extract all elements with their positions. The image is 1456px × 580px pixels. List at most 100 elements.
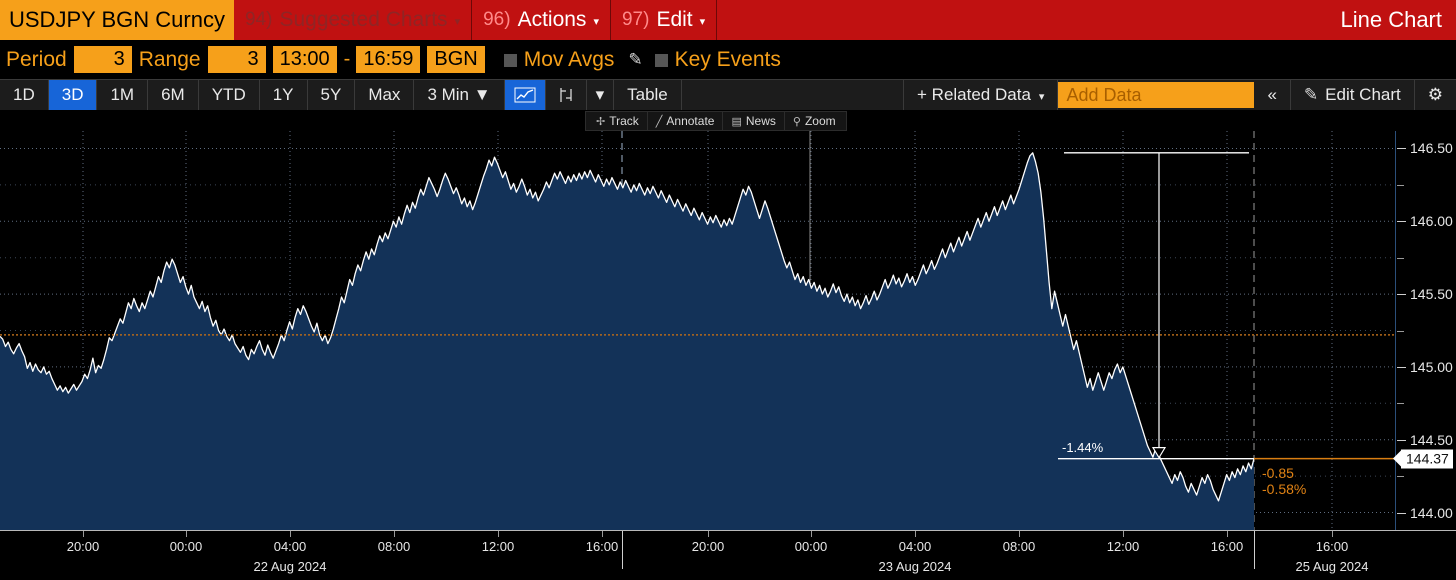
x-axis-tick-mark [1019,531,1020,537]
change-percent-label: -0.58% [1262,480,1307,497]
tab-range-ytd[interactable]: YTD [198,80,260,110]
x-axis-tick-9: 08:00 [1002,539,1036,554]
news-label: News [745,114,776,128]
news-icon: ▤ [731,115,742,128]
x-axis-tick-mark [1227,531,1228,537]
line-chart-icon[interactable] [504,80,546,110]
chart-type-title: Line Chart [1340,7,1442,32]
y-axis-minor-tick [1397,184,1404,186]
start-time-input[interactable]: 13:00 [272,46,337,73]
y-axis: 146.50 146.00 145.50 145.00 144.50 144.00 144.… [1395,131,1456,530]
header-bar: USDJPY BGN Curncy 94) Suggested Charts ▾… [0,0,1456,40]
chart-type-more-dropdown[interactable]: ▾ [586,80,615,110]
y-axis-tick-5: 144.00 [1397,504,1453,521]
end-time-input[interactable]: 16:59 [356,46,421,73]
tab-range-6m[interactable]: 6M [148,80,199,110]
edit-chart-label: Edit Chart [1325,85,1401,104]
annotate-tool[interactable]: ╱ Annotate [648,112,724,130]
key-events-label: Key Events [674,47,781,71]
header-right-region: Line Chart [717,0,1456,40]
x-axis-date-8: 23 Aug 2024 [878,559,952,574]
x-axis-tick-mark [1123,531,1124,537]
x-axis-tick-mark [186,531,187,537]
x-axis-date-2: 22 Aug 2024 [253,559,327,574]
collapse-panel-button[interactable]: « [1254,80,1291,110]
tab-range-max[interactable]: Max [355,80,415,110]
x-axis-tick-mark [811,531,812,537]
header-item-number: 96) [483,9,511,30]
x-axis-tick-11: 16:00 [1210,539,1244,554]
gear-icon[interactable]: ⚙ [1414,80,1456,110]
x-axis-tick-12: 16:00 [1315,539,1349,554]
period-label: Period [6,47,67,71]
bar-chart-icon[interactable] [545,80,587,110]
x-axis-day-separator [1254,531,1255,569]
bar-chart-glyph [559,88,572,102]
header-item-number: 97) [621,9,650,30]
x-axis-tick-mark [498,531,499,537]
range-input[interactable]: 3 [207,46,266,73]
chart-plot-area[interactable]: -1.44% -0.85 -0.58% [0,131,1395,530]
drop-annotation-label: -1.44% [1062,439,1104,455]
chevron-down-icon: ▾ [593,15,599,28]
header-item-actions[interactable]: 96) Actions ▾ [472,0,611,40]
tab-range-1m[interactable]: 1M [97,80,149,110]
zoom-label: Zoom [804,114,836,128]
related-data-label: + Related Data [917,85,1031,104]
header-item-label: Edit [656,8,693,31]
header-item-number: 94) [244,9,273,30]
pencil-icon: ✎ [1303,85,1319,104]
interval-dropdown[interactable]: 3 Min ▼ [414,80,505,110]
price-chart-svg [0,131,1395,530]
key-events-checkbox[interactable] [654,54,668,67]
chevron-down-icon: ▾ [699,15,706,28]
x-axis-date-12: 25 Aug 2024 [1295,559,1369,574]
range-label: Range [138,47,201,71]
y-axis-tick-2: 145.50 [1397,286,1453,303]
x-axis-day-separator [622,531,623,569]
change-absolute-label: -0.85 [1262,464,1294,481]
y-axis-minor-tick [1397,403,1404,405]
y-axis-tick-4: 144.50 [1397,431,1453,448]
time-separator: - [343,48,351,70]
tab-range-5y[interactable]: 5Y [307,80,356,110]
x-axis-tick-mark [290,531,291,537]
table-button[interactable]: Table [614,80,682,110]
x-axis-tick-2: 04:00 [273,539,307,554]
x-axis-tick-1: 00:00 [169,539,203,554]
mov-avgs-label: Mov Avgs [523,47,615,71]
ticker-field[interactable]: USDJPY BGN Curncy [0,0,234,40]
chart-toolbar: 1D 3D 1M 6M YTD 1Y 5Y Max 3 Min ▼ ▾ Tabl… [0,79,1456,110]
header-item-edit[interactable]: 97) Edit ▾ [610,0,718,40]
related-data-button[interactable]: + Related Data ▾ [904,80,1059,110]
add-data-input[interactable]: Add Data [1058,82,1255,108]
news-tool[interactable]: ▤ News [723,112,785,130]
annotate-label: Annotate [666,114,715,128]
period-input[interactable]: 3 [73,46,132,73]
x-axis-tick-mark [915,531,916,537]
x-axis-tick-5: 16:00 [585,539,619,554]
tab-range-1d[interactable]: 1D [0,80,49,110]
y-axis-minor-tick [1397,476,1404,478]
track-tool[interactable]: ✢ Track [588,112,648,130]
x-axis-tick-4: 12:00 [481,539,515,554]
source-input[interactable]: BGN [427,46,485,73]
x-axis-tick-mark [394,531,395,537]
zoom-tool[interactable]: ⚲ Zoom [785,112,844,130]
tab-range-3d[interactable]: 3D [48,80,98,110]
x-axis-tick-10: 12:00 [1106,539,1140,554]
pencil-icon[interactable]: ✎ [628,50,642,70]
header-item-suggested-charts[interactable]: 94) Suggested Charts ▾ [233,0,473,40]
chart-tool-strip: ✢ Track ╱ Annotate ▤ News ⚲ Zoom [585,111,847,131]
x-axis-tick-6: 20:00 [691,539,725,554]
x-axis-tick-7: 00:00 [794,539,828,554]
tab-range-1y[interactable]: 1Y [259,80,308,110]
x-axis-tick-0: 20:00 [66,539,100,554]
chevron-down-icon: ▾ [454,15,461,28]
mov-avgs-checkbox[interactable] [503,54,517,67]
track-label: Track [609,114,639,128]
edit-chart-button[interactable]: ✎ Edit Chart [1290,80,1415,110]
x-axis-tick-mark [602,531,603,537]
y-axis-minor-tick [1397,330,1404,332]
x-axis-tick-mark [708,531,709,537]
